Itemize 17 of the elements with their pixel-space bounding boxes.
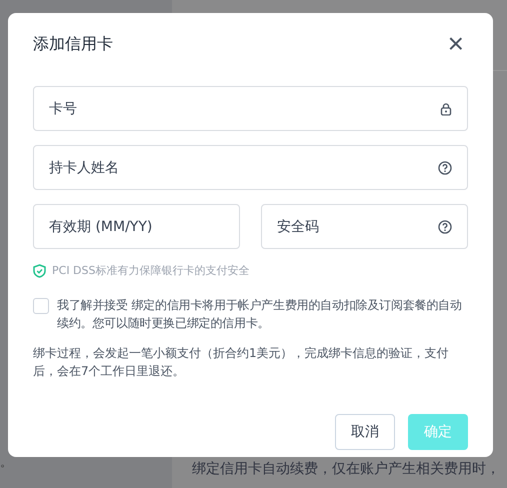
close-button[interactable]: ×	[448, 30, 464, 58]
input-field[interactable]: 安全码	[261, 204, 468, 249]
help-icon[interactable]	[438, 220, 452, 234]
checkbox[interactable]	[33, 298, 49, 314]
background-text: 绑定信用卡自动续费，仅在账户产生相关费用时，	[192, 460, 500, 478]
background-text: 。	[0, 454, 12, 471]
notice-text: 绑卡过程，会发起一笔小额支付（折合约1美元），完成绑卡信息的验证，支付后，会在7个工作日里退还。	[33, 345, 450, 380]
dialog-title: 添加信用卡	[33, 34, 113, 54]
security-note: PCI DSS标准有力保障银行卡的支付安全	[52, 263, 250, 278]
shield-icon	[33, 264, 46, 278]
input-field[interactable]: 有效期 (MM/YY)	[33, 204, 240, 249]
input-field[interactable]: 持卡人姓名	[33, 145, 468, 190]
help-icon[interactable]	[438, 160, 452, 174]
cancel-button[interactable]: 取消	[335, 414, 395, 450]
input-field[interactable]: 卡号	[33, 86, 468, 131]
lock-icon	[440, 102, 452, 115]
agreement-text: 我了解并接受 绑定的信用卡将用于帐户产生费用的自动扣除及订阅套餐的自动续约。您可以随时更换已绑定的信用卡。	[57, 297, 463, 332]
